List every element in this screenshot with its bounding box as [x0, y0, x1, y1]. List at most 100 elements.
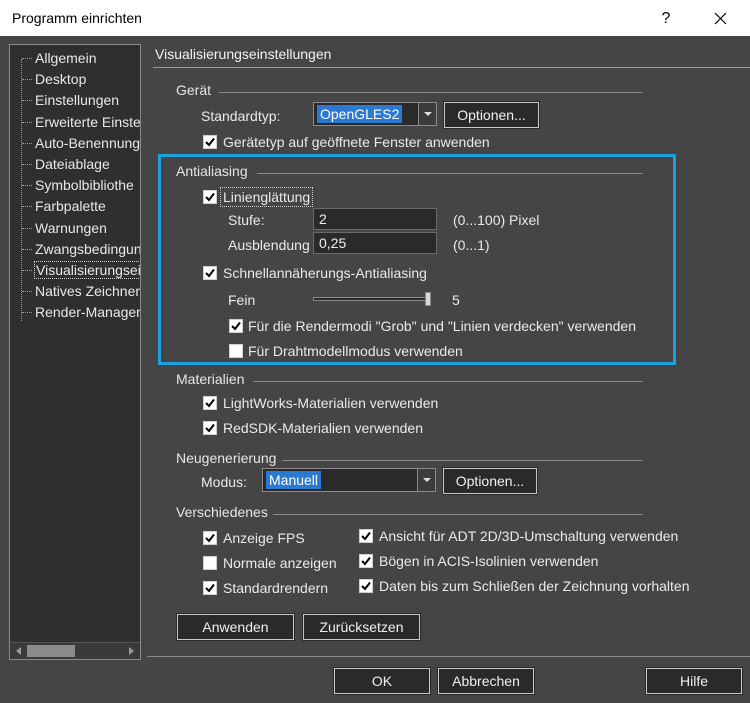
scroll-left-icon[interactable] — [13, 645, 25, 657]
dropdown-button[interactable] — [417, 469, 435, 491]
tree-item[interactable]: Visualisierungsei — [10, 260, 141, 281]
tree-item-label: Erweiterte Einste — [35, 113, 141, 130]
tree-item[interactable]: Zwangsbedingun — [10, 239, 141, 260]
group-materialien-label: Materialien — [176, 371, 245, 387]
standardtyp-label: Standardtyp: — [201, 108, 281, 124]
tree-connector — [22, 58, 32, 59]
tree-item-label: Zwangsbedingun — [35, 240, 141, 257]
highlight-frame — [158, 154, 676, 365]
checkmark-icon — [361, 581, 371, 591]
tree-item[interactable]: Erweiterte Einste — [10, 112, 141, 133]
checkmark-icon — [205, 423, 215, 433]
adt-checkbox[interactable] — [359, 529, 373, 543]
normale-checkbox[interactable] — [203, 556, 217, 570]
tree-connector — [22, 270, 32, 271]
abbrechen-button[interactable]: Abbrechen — [437, 667, 535, 695]
tree-item[interactable]: Allgemein — [10, 48, 140, 69]
divider — [153, 67, 750, 68]
checkmark-icon — [361, 531, 371, 541]
title-bar: Programm einrichten ? — [0, 0, 750, 36]
divider — [282, 460, 643, 461]
tree-item[interactable]: Natives Zeichner — [10, 281, 141, 302]
scroll-right-icon[interactable] — [125, 645, 137, 657]
tree-item[interactable]: Auto-Benennung — [10, 133, 141, 154]
zuruecksetzen-button[interactable]: Zurücksetzen — [302, 613, 421, 641]
tree-item-label: Auto-Benennung — [35, 134, 141, 151]
apply-type-label: Gerätetyp auf geöffnete Fenster anwenden — [223, 134, 490, 150]
tree-horizontal-scrollbar[interactable] — [10, 642, 140, 659]
checkmark-icon — [205, 398, 215, 408]
tree-item[interactable]: Desktop — [10, 69, 140, 90]
divider — [273, 514, 643, 515]
tree-connector — [22, 227, 32, 229]
standardrendern-label: Standardrendern — [223, 580, 329, 596]
close-button[interactable] — [700, 6, 740, 32]
tree-connector — [22, 100, 32, 102]
tree-connector — [22, 121, 32, 123]
standardtyp-combo[interactable]: OpenGLES2 — [313, 102, 437, 126]
chevron-down-icon — [423, 478, 431, 482]
redsdk-label: RedSDK-Materialien verwenden — [223, 420, 423, 436]
tree-connector — [22, 291, 32, 293]
chevron-down-icon — [424, 112, 432, 116]
group-geraet-label: Gerät — [176, 82, 212, 98]
modus-value: Manuell — [266, 471, 322, 489]
divider — [253, 381, 643, 382]
tree-connector — [22, 206, 32, 208]
close-icon — [714, 12, 727, 25]
tree-item-label: Visualisierungsei — [34, 261, 141, 279]
tree-item[interactable]: Symbolbibliothe — [10, 175, 140, 196]
checkmark-icon — [205, 583, 215, 593]
standardtyp-value: OpenGLES2 — [317, 105, 403, 123]
window-title: Programm einrichten — [12, 10, 142, 26]
standardrendern-checkbox[interactable] — [203, 581, 217, 595]
hilfe-button[interactable]: Hilfe — [645, 667, 743, 695]
tree-item[interactable]: Einstellungen — [10, 90, 140, 111]
group-neugenerierung-label: Neugenerierung — [176, 450, 277, 466]
fps-label: Anzeige FPS — [223, 530, 305, 546]
tree-connector — [22, 185, 32, 187]
boegen-checkbox[interactable] — [359, 554, 373, 568]
tree-item-label: Natives Zeichner — [35, 283, 141, 300]
dialog-body: Allgemein Desktop Einstellungen Erweiterte … — [0, 36, 750, 703]
tree-connector — [22, 312, 32, 314]
tree-item[interactable]: Warnungen — [10, 218, 140, 239]
fps-checkbox[interactable] — [203, 531, 217, 545]
divider — [219, 92, 643, 93]
geraet-optionen-button[interactable]: Optionen... — [443, 101, 540, 129]
scrollbar-thumb[interactable] — [27, 645, 75, 657]
tree-connector — [22, 248, 32, 250]
help-title-button[interactable]: ? — [646, 6, 686, 32]
tree-item-label: Einstellungen — [35, 92, 120, 109]
dropdown-button[interactable] — [418, 103, 436, 125]
tree-item-label: Dateiablage — [35, 156, 110, 172]
tree-item-label: Warnungen — [35, 219, 107, 236]
neugenerierung-optionen-button[interactable]: Optionen... — [442, 467, 538, 495]
checkmark-icon — [205, 137, 215, 147]
ok-button[interactable]: OK — [333, 667, 431, 695]
divider — [147, 656, 750, 657]
modus-label: Modus: — [201, 474, 247, 490]
group-verschiedenes-label: Verschiedenes — [176, 504, 268, 520]
tree-connector — [22, 79, 32, 81]
daten-label: Daten bis zum Schließen der Zeichnung vo… — [379, 578, 690, 594]
tree-item[interactable]: Dateiablage — [10, 154, 140, 175]
redsdk-checkbox[interactable] — [203, 421, 217, 435]
tree-item-label: Farbpalette — [35, 198, 106, 215]
panel-title: Visualisierungseinstellungen — [155, 46, 332, 62]
tree-item-label: Render-Manager — [35, 304, 141, 321]
daten-checkbox[interactable] — [359, 579, 373, 593]
anwenden-button[interactable]: Anwenden — [176, 613, 295, 641]
tree-connector — [22, 142, 32, 144]
boegen-label: Bögen in ACIS-Isolinien verwenden — [379, 553, 599, 569]
settings-tree[interactable]: Allgemein Desktop Einstellungen Erweiterte … — [9, 44, 141, 660]
tree-item-label: Desktop — [35, 71, 87, 88]
tree-item[interactable]: Farbpalette — [10, 196, 140, 217]
modus-combo[interactable]: Manuell — [262, 468, 436, 492]
tree-item[interactable]: Render-Manager — [10, 302, 141, 323]
checkmark-icon — [205, 533, 215, 543]
lightworks-checkbox[interactable] — [203, 396, 217, 410]
normale-label: Normale anzeigen — [223, 555, 337, 571]
lightworks-label: LightWorks-Materialien verwenden — [223, 395, 439, 411]
apply-type-checkbox[interactable] — [203, 135, 217, 149]
